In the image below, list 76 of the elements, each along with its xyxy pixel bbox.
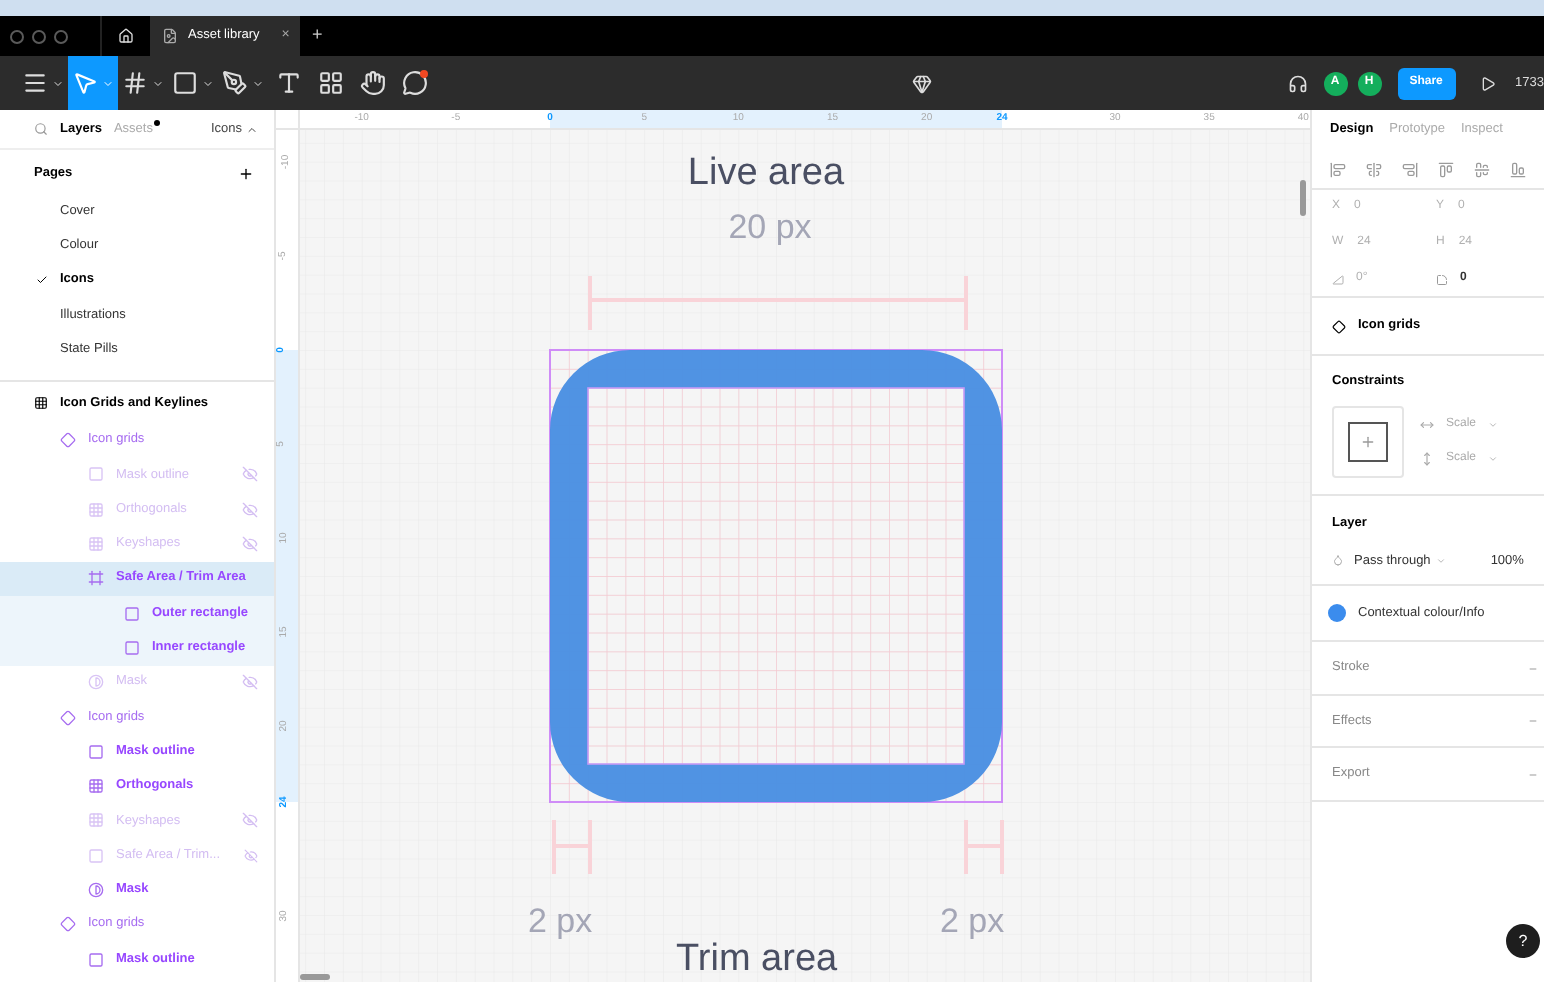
new-tab-button[interactable]: + [312,22,323,50]
frame-icon [122,70,148,96]
eye-off-icon [244,847,258,864]
align-center-icon[interactable] [1366,161,1382,177]
pen-icon [222,70,248,96]
margin-label: 2 px [940,900,1005,944]
eye-off-icon [242,674,258,691]
caret-icon [246,123,258,135]
align-left-icon[interactable] [1330,161,1346,177]
caret-icon [102,77,114,89]
margin-bracket [552,818,592,876]
home-icon[interactable] [118,28,134,44]
color-swatch[interactable] [1328,604,1346,623]
search-icon[interactable] [34,122,48,136]
frame-icon [88,570,104,587]
rectangle-icon [88,743,104,760]
align-right-icon[interactable] [1402,161,1418,177]
text-icon [276,70,302,96]
grid-icon [88,536,104,553]
component-icon [1332,319,1346,333]
blend-icon [1332,554,1344,567]
angle-icon [1332,273,1344,285]
eye-off-icon [242,812,258,829]
add-icon[interactable] [1528,716,1538,726]
caret-icon [252,77,264,89]
caret-icon [52,77,64,89]
mask-icon [88,674,104,691]
caret-icon [202,77,214,89]
pointer-icon [72,70,98,96]
grid-icon [88,812,104,829]
vertical-arrows-icon [1420,451,1434,466]
resources-icon [318,70,344,96]
hand-icon [360,70,386,96]
grid-icon [34,395,48,410]
eye-off-icon [242,536,258,553]
eye-off-icon [242,466,258,483]
margin-bracket [964,818,1004,876]
align-top-icon[interactable] [1438,161,1454,177]
rectangle-icon [88,466,104,483]
mask-icon [88,881,104,898]
align-bottom-icon[interactable] [1510,161,1526,177]
align-middle-icon[interactable] [1474,161,1490,177]
rectangle-icon [88,847,104,864]
add-icon[interactable] [1528,663,1538,673]
constraint-widget[interactable] [1332,405,1404,478]
component-icon [60,916,76,933]
file-icon [162,28,178,44]
caret-icon [1488,453,1499,464]
main-menu-icon [22,70,48,96]
comment-icon [402,70,428,96]
add-icon[interactable] [1528,769,1538,779]
check-icon [36,274,48,287]
live-area-title: Live area [685,150,847,198]
headphones-icon[interactable] [1287,73,1308,93]
component-icon [60,709,76,725]
rectangle-icon [172,70,198,96]
caret-icon [1488,419,1499,430]
rectangle-icon [88,951,104,968]
corner-radius-icon [1436,273,1448,285]
play-icon[interactable] [1479,75,1496,91]
trim-area-label: Trim area [676,936,838,982]
plus-icon [1360,433,1376,450]
scrollbar[interactable] [1300,180,1306,216]
component-icon [60,432,76,449]
add-page-icon[interactable] [238,166,254,182]
caret-icon [152,77,164,89]
margin-label: 2 px [528,900,593,944]
grid-icon [88,778,104,795]
scrollbar[interactable] [300,974,330,980]
grid-icon [88,501,104,518]
help-button[interactable]: ? [1506,924,1540,958]
eye-off-icon [242,501,258,518]
caret-icon [1436,555,1447,566]
live-size-label: 20 px [726,206,814,250]
diamond-icon[interactable] [911,73,932,93]
horizontal-arrows-icon [1420,417,1434,432]
